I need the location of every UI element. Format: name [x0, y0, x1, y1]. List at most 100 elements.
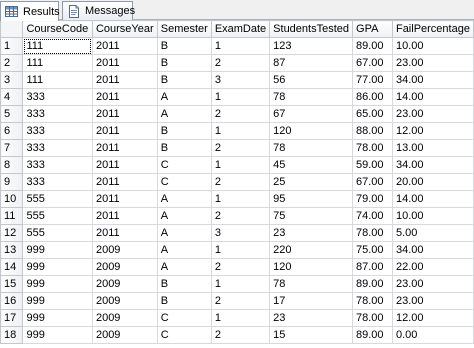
table-cell[interactable]: B [156, 139, 212, 157]
table-cell[interactable]: 2009 [91, 326, 158, 344]
table-cell[interactable]: 79.00 [352, 190, 393, 208]
table-cell[interactable]: 23.00 [391, 54, 474, 72]
table-cell[interactable]: 12.00 [391, 309, 474, 327]
table-cell[interactable]: 3 [210, 224, 271, 242]
table-cell[interactable]: 999 [22, 309, 93, 327]
table-cell[interactable]: 2009 [91, 309, 158, 327]
table-cell[interactable]: 75 [269, 207, 354, 225]
table-cell[interactable]: 2011 [91, 156, 158, 174]
table-cell[interactable]: 3 [210, 71, 271, 89]
table-cell[interactable]: B [156, 292, 212, 310]
table-cell[interactable]: 34.00 [391, 241, 474, 259]
table-cell[interactable]: 2 [210, 207, 271, 225]
table-cell[interactable]: 34.00 [391, 71, 474, 89]
table-cell[interactable]: 1 [210, 190, 271, 208]
table-cell[interactable]: C [156, 309, 212, 327]
table-cell[interactable]: 2009 [91, 275, 158, 293]
table-cell[interactable]: C [156, 173, 212, 191]
table-cell[interactable]: 333 [22, 88, 93, 106]
table-cell[interactable]: 123 [269, 37, 354, 55]
table-cell[interactable]: 999 [22, 275, 93, 293]
table-cell[interactable]: 1 [210, 122, 271, 140]
table-cell[interactable]: A [156, 88, 212, 106]
table-cell[interactable]: B [156, 122, 212, 140]
table-cell[interactable]: 220 [269, 241, 354, 259]
table-cell[interactable]: 2 [210, 105, 271, 123]
table-cell[interactable]: 59.00 [352, 156, 393, 174]
table-cell[interactable]: 999 [22, 258, 93, 276]
table-cell[interactable]: 111 [22, 37, 93, 55]
table-cell[interactable]: 111 [22, 54, 93, 72]
table-cell[interactable]: 999 [22, 241, 93, 259]
table-cell[interactable]: 333 [22, 105, 93, 123]
table-cell[interactable]: 2011 [91, 224, 158, 242]
row-number[interactable]: 12 [0, 224, 24, 242]
table-cell[interactable]: 23.00 [391, 275, 474, 293]
table-cell[interactable]: 67.00 [352, 54, 393, 72]
table-cell[interactable]: 34.00 [391, 156, 474, 174]
table-cell[interactable]: 111 [22, 71, 93, 89]
row-number[interactable]: 7 [0, 139, 24, 157]
table-cell[interactable]: 15 [269, 326, 354, 344]
table-cell[interactable]: 23.00 [391, 105, 474, 123]
table-cell[interactable]: 77.00 [352, 71, 393, 89]
table-cell[interactable]: 2011 [91, 37, 158, 55]
table-cell[interactable]: 2011 [91, 139, 158, 157]
table-cell[interactable]: 45 [269, 156, 354, 174]
row-number[interactable]: 13 [0, 241, 24, 259]
table-cell[interactable]: 87 [269, 54, 354, 72]
table-cell[interactable]: 86.00 [352, 88, 393, 106]
table-cell[interactable]: 1 [210, 156, 271, 174]
table-cell[interactable]: 5.00 [391, 224, 474, 242]
table-cell[interactable]: 89.00 [352, 326, 393, 344]
table-cell[interactable]: 2009 [91, 258, 158, 276]
row-number[interactable]: 11 [0, 207, 24, 225]
table-cell[interactable]: 10.00 [391, 37, 474, 55]
table-cell[interactable]: 0.00 [391, 326, 474, 344]
table-cell[interactable]: 14.00 [391, 88, 474, 106]
row-number[interactable]: 17 [0, 309, 24, 327]
table-cell[interactable]: A [156, 241, 212, 259]
table-cell[interactable]: 78.00 [352, 309, 393, 327]
row-number[interactable]: 15 [0, 275, 24, 293]
table-cell[interactable]: 74.00 [352, 207, 393, 225]
tab-results[interactable]: Results [0, 1, 60, 21]
tab-messages[interactable]: Messages [62, 1, 135, 20]
table-cell[interactable]: 1 [210, 88, 271, 106]
column-header-failpercentage[interactable]: FailPercentage [391, 20, 474, 38]
table-cell[interactable]: 65.00 [352, 105, 393, 123]
table-cell[interactable]: B [156, 37, 212, 55]
table-cell[interactable]: A [156, 190, 212, 208]
column-header-semester[interactable]: Semester [156, 20, 212, 38]
row-number[interactable]: 10 [0, 190, 24, 208]
table-cell[interactable]: 89.00 [352, 37, 393, 55]
table-cell[interactable]: 2011 [91, 105, 158, 123]
table-cell[interactable]: 2011 [91, 190, 158, 208]
table-cell[interactable]: 23 [269, 224, 354, 242]
column-header-courseyear[interactable]: CourseYear [91, 20, 158, 38]
table-cell[interactable]: 87.00 [352, 258, 393, 276]
row-number[interactable]: 8 [0, 156, 24, 174]
row-number[interactable]: 4 [0, 88, 24, 106]
table-cell[interactable]: 78.00 [352, 224, 393, 242]
table-cell[interactable]: 17 [269, 292, 354, 310]
row-number[interactable]: 6 [0, 122, 24, 140]
grid-corner[interactable] [0, 20, 24, 38]
table-cell[interactable]: 2 [210, 326, 271, 344]
table-cell[interactable]: C [156, 326, 212, 344]
table-cell[interactable]: 2 [210, 258, 271, 276]
row-number[interactable]: 1 [0, 37, 24, 55]
table-cell[interactable]: 10.00 [391, 207, 474, 225]
table-cell[interactable]: 555 [22, 190, 93, 208]
row-number[interactable]: 18 [0, 326, 24, 344]
row-number[interactable]: 5 [0, 105, 24, 123]
table-cell[interactable]: 2 [210, 173, 271, 191]
table-cell[interactable]: 95 [269, 190, 354, 208]
table-cell[interactable]: 333 [22, 122, 93, 140]
table-cell[interactable]: 67 [269, 105, 354, 123]
table-cell[interactable]: 2 [210, 139, 271, 157]
table-cell[interactable]: 13.00 [391, 139, 474, 157]
column-header-examdate[interactable]: ExamDate [210, 20, 271, 38]
table-cell[interactable]: 2009 [91, 241, 158, 259]
table-cell[interactable]: C [156, 156, 212, 174]
